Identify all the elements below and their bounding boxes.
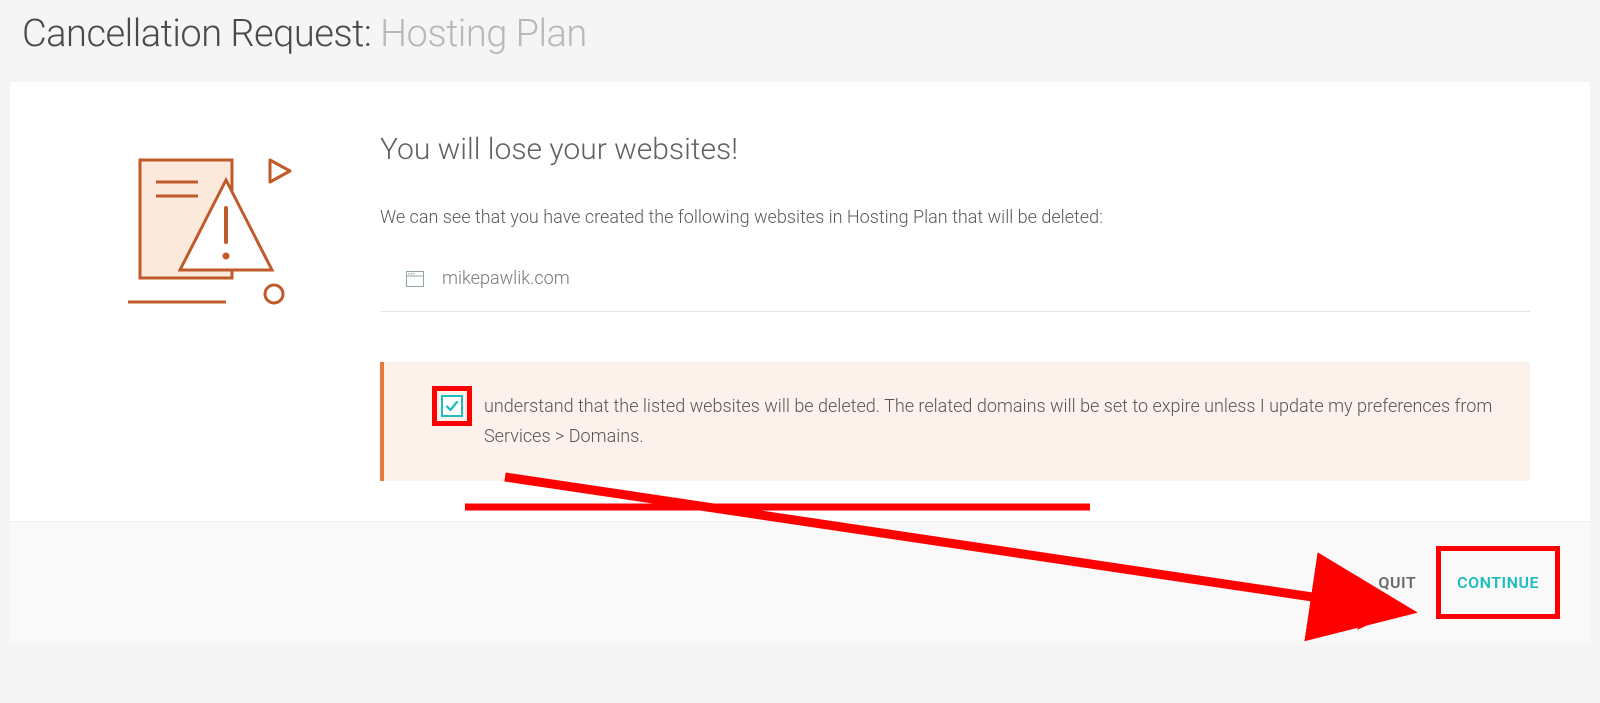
checkbox-highlight bbox=[432, 386, 472, 426]
title-prefix: Cancellation Request: bbox=[22, 12, 371, 56]
website-name: mikepawlik.com bbox=[442, 268, 570, 289]
confirmation-box: understand that the listed websites will… bbox=[380, 362, 1530, 481]
document-warning-icon bbox=[40, 132, 380, 481]
quit-button[interactable]: QUIT bbox=[1364, 559, 1430, 606]
page-header: Cancellation Request: Hosting Plan bbox=[0, 0, 1600, 82]
title-suffix: Hosting Plan bbox=[380, 12, 587, 56]
check-icon bbox=[445, 399, 459, 413]
page-title: Cancellation Request: Hosting Plan bbox=[22, 12, 1578, 56]
website-list-item: mikepawlik.com bbox=[380, 268, 1530, 312]
browser-window-icon bbox=[406, 271, 424, 287]
warning-description: We can see that you have created the fol… bbox=[380, 207, 1530, 228]
warning-heading: You will lose your websites! bbox=[380, 132, 1530, 167]
main-content: You will lose your websites! We can see … bbox=[380, 132, 1560, 481]
continue-button[interactable]: CONTINUE bbox=[1436, 546, 1560, 619]
confirmation-checkbox[interactable] bbox=[441, 395, 463, 417]
confirmation-text: understand that the listed websites will… bbox=[478, 392, 1500, 451]
card-footer: QUIT CONTINUE bbox=[10, 521, 1590, 643]
card-body: You will lose your websites! We can see … bbox=[10, 82, 1590, 521]
cancellation-card: You will lose your websites! We can see … bbox=[10, 82, 1590, 643]
